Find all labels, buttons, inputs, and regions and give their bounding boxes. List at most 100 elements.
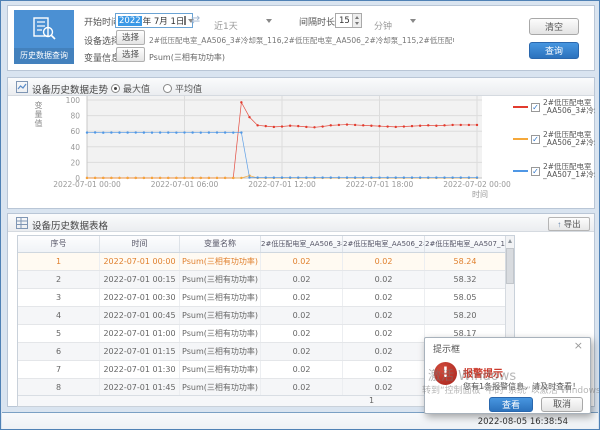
legend-checkbox-checked[interactable]: ✓ <box>531 135 540 144</box>
table-cell: 7 <box>18 361 100 378</box>
interval-input[interactable]: 15 <box>335 13 362 28</box>
legend-item: ✓ 2#低压配电室_AA506_2#冷却泵 <box>513 128 595 150</box>
table-cell: Psum(三相有功功率) <box>180 361 261 378</box>
table-row[interactable]: 22022-07-01 00:15Psum(三相有功功率)0.020.0258.… <box>18 271 514 289</box>
chevron-down-icon <box>266 19 272 23</box>
table-head-row: 序号时间变量名称2#低压配电室_AA506_3#冷却泵...2#低压配电室_AA… <box>18 236 514 253</box>
spin-down-icon[interactable] <box>355 22 359 25</box>
table-cell: 0.02 <box>261 361 343 378</box>
table-cell: 0.02 <box>343 361 425 378</box>
history-search-icon <box>31 16 57 42</box>
legend-item: ✓ 2#低压配电室_AA506_3#冷却泵 <box>513 96 595 118</box>
date-rest: 年 7月 1日 <box>143 15 185 27</box>
range-value: 近1天 <box>214 22 238 32</box>
radio-unselected-icon[interactable] <box>163 84 172 93</box>
interval-unit: 分钟 <box>374 22 392 32</box>
table-cell: 58.05 <box>425 289 506 306</box>
start-date-input[interactable]: 2022 年 7月 1日 <box>115 13 193 28</box>
scrollbar-thumb[interactable] <box>506 248 514 284</box>
column-header[interactable]: 变量名称 <box>180 236 261 252</box>
interval-spinner[interactable] <box>352 14 361 27</box>
table-cell: 0.02 <box>343 343 425 360</box>
query-button[interactable]: 查询 <box>529 42 579 59</box>
table-cell: 2022-07-01 00:45 <box>100 307 180 324</box>
table-title: 设备历史数据表格 <box>32 218 108 232</box>
close-icon[interactable]: × <box>574 339 583 352</box>
table-cell: 0.02 <box>261 271 343 288</box>
series-line-sample <box>513 170 528 172</box>
calendar-icon[interactable] <box>184 16 186 25</box>
interval-unit-select[interactable]: 分钟 <box>374 14 416 28</box>
series-line-sample <box>513 138 528 140</box>
radio-selected-icon[interactable] <box>111 84 120 93</box>
table-cell: 0.02 <box>343 379 425 396</box>
page-number[interactable]: 1 <box>369 396 374 406</box>
alert-message: 您有1条报警信息，请及时查看！ <box>463 381 580 392</box>
cancel-button[interactable]: 取消 <box>541 397 583 412</box>
svg-text:2022-07-01 06:00: 2022-07-01 06:00 <box>151 180 219 189</box>
table-cell: 0.02 <box>261 325 343 342</box>
module-title: 历史数据查询 <box>14 48 74 64</box>
chart-legend: ✓ 2#低压配电室_AA506_3#冷却泵 ✓ 2#低压配电室_AA506_2#… <box>513 96 595 192</box>
device-value: 2#低压配电室_AA506_3#冷却泵_116,2#低压配电室_AA506_2#… <box>149 35 454 46</box>
table-cell: 0.02 <box>261 307 343 324</box>
spin-up-icon[interactable] <box>355 16 359 19</box>
legend-checkbox-checked[interactable]: ✓ <box>531 103 540 112</box>
table-cell: Psum(三相有功功率) <box>180 379 261 396</box>
table-cell: 0.02 <box>343 253 425 270</box>
table-cell: 0.02 <box>261 253 343 270</box>
view-button[interactable]: 查看 <box>489 397 533 412</box>
table-grid-icon <box>16 217 28 229</box>
table-cell: 8 <box>18 379 100 396</box>
column-header[interactable]: 2#低压配电室_AA506_2#冷却泵... <box>343 236 425 252</box>
svg-text:2022-07-01 12:00: 2022-07-01 12:00 <box>248 180 316 189</box>
svg-text:100: 100 <box>66 96 81 105</box>
table-cell: 4 <box>18 307 100 324</box>
swap-arrows-icon[interactable]: ⇄ <box>191 13 200 26</box>
trend-panel: 设备历史数据走势 最大值 平均值 变量值 0204060801002022-07… <box>7 77 595 209</box>
clear-button[interactable]: 清空 <box>529 18 579 35</box>
alert-title: 报警提示 <box>463 365 503 380</box>
legend-item: ✓ 2#低压配电室_AA507_1#冷却泵 <box>513 160 595 182</box>
table-cell: 0.02 <box>261 343 343 360</box>
column-header[interactable]: 2#低压配电室_AA506_3#冷却泵... <box>261 236 343 252</box>
column-header[interactable]: 2#低压配电室_AA507_1#冷却泵... <box>425 236 506 252</box>
scroll-up-icon[interactable] <box>508 239 512 243</box>
legend-checkbox-checked[interactable]: ✓ <box>531 167 540 176</box>
table-cell: 0.02 <box>343 307 425 324</box>
table-header: 设备历史数据表格 ↑ 导出 <box>8 214 594 232</box>
column-header[interactable]: 序号 <box>18 236 100 252</box>
column-header[interactable]: 时间 <box>100 236 180 252</box>
svg-text:2022-07-01 18:00: 2022-07-01 18:00 <box>346 180 414 189</box>
table-cell: 2022-07-01 01:30 <box>100 361 180 378</box>
table-cell: 6 <box>18 343 100 360</box>
range-select[interactable]: 近1天 <box>214 14 272 28</box>
table-cell: 1 <box>18 253 100 270</box>
table-row[interactable]: 42022-07-01 00:45Psum(三相有功功率)0.020.0258.… <box>18 307 514 325</box>
table-cell: 2022-07-01 00:00 <box>100 253 180 270</box>
variable-select-button[interactable]: 选择 <box>116 47 145 62</box>
history-query-window: 历史数据查询 开始时间: 2022 年 7月 1日 ⇄ 近1天 间隔时长 : 1… <box>0 0 600 430</box>
table-row[interactable]: 32022-07-01 00:30Psum(三相有功功率)0.020.0258.… <box>18 289 514 307</box>
table-cell: 0.02 <box>343 271 425 288</box>
status-bar: 2022-08-05 16:38:54 <box>2 412 598 429</box>
table-cell: Psum(三相有功功率) <box>180 289 261 306</box>
interval-value: 15 <box>339 16 350 26</box>
table-cell: 5 <box>18 325 100 342</box>
table-cell: 58.32 <box>425 271 506 288</box>
export-button[interactable]: ↑ 导出 <box>548 217 590 231</box>
table-cell: 2 <box>18 271 100 288</box>
table-row[interactable]: 12022-07-01 00:00Psum(三相有功功率)0.020.0258.… <box>18 253 514 271</box>
table-cell: Psum(三相有功功率) <box>180 307 261 324</box>
device-select-button[interactable]: 选择 <box>116 30 145 45</box>
svg-text:60: 60 <box>70 127 80 136</box>
date-year-selected: 2022 <box>118 16 142 26</box>
variable-value: Psum(三相有功功率) <box>149 52 349 63</box>
table-cell: 2022-07-01 00:15 <box>100 271 180 288</box>
table-cell: 0.02 <box>261 289 343 306</box>
dialog-title: 提示框 <box>433 342 460 355</box>
table-cell: 0.02 <box>343 325 425 342</box>
svg-text:2022-07-01 00:00: 2022-07-01 00:00 <box>53 180 121 189</box>
query-panel: 历史数据查询 开始时间: 2022 年 7月 1日 ⇄ 近1天 间隔时长 : 1… <box>7 5 595 71</box>
table-cell: 0.02 <box>343 289 425 306</box>
